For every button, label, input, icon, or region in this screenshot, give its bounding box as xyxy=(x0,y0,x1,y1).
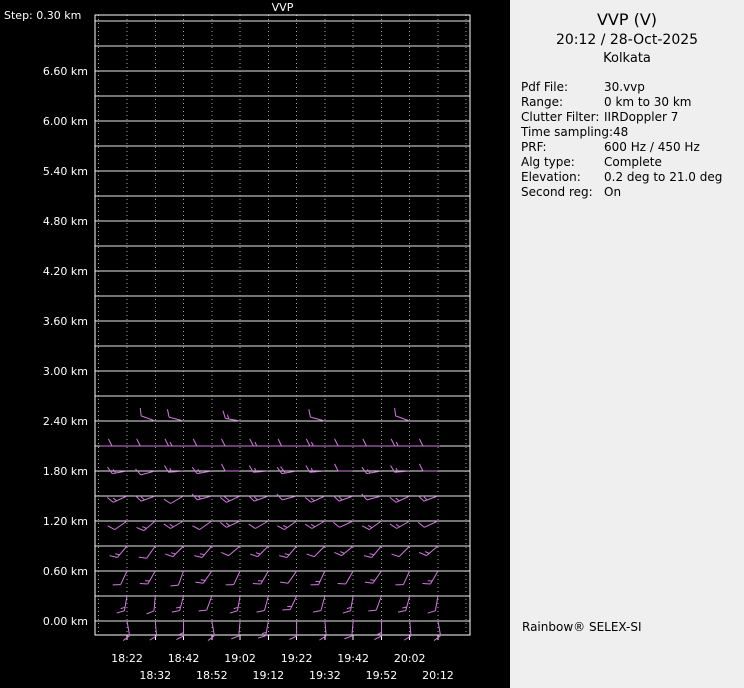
panel-field-value: IIRDoppler 7 xyxy=(604,110,679,124)
panel-field-value: Complete xyxy=(604,155,662,169)
info-panel: VVP (V) 20:12 / 28-Oct-2025 Kolkata Pdf … xyxy=(510,0,744,688)
panel-field-value: On xyxy=(604,185,622,199)
x-axis-time-label: 18:42 xyxy=(168,652,200,665)
wind-profile-chart-area: 18:22 18:32 18:42 18:52 19:02 19:12 19:22 19:32… xyxy=(0,0,510,688)
y-axis-altitude-label: 1.80 km xyxy=(43,465,88,478)
panel-field-row: Pdf File: 30.vvp xyxy=(521,80,740,95)
panel-field-key: Second reg: xyxy=(521,185,593,199)
y-axis-altitude-label: 4.20 km xyxy=(43,265,88,278)
step-label: Step: 0.30 km xyxy=(4,9,81,22)
panel-field-value: 0 km to 30 km xyxy=(604,95,692,109)
y-axis-altitude-label: 1.20 km xyxy=(43,515,88,528)
x-axis-time-label: 18:22 xyxy=(111,652,143,665)
plot-title: VVP xyxy=(272,1,294,14)
y-axis-altitude-label: 3.00 km xyxy=(43,365,88,378)
x-axis-time-label: 18:52 xyxy=(196,669,228,682)
x-axis-time-label: 19:12 xyxy=(252,669,284,682)
x-axis-time-label: 19:42 xyxy=(337,652,369,665)
panel-field-row: Range: 0 km to 30 km xyxy=(521,95,740,110)
x-axis-time-label: 20:12 xyxy=(422,669,454,682)
panel-field-row: PRF: 600 Hz / 450 Hz xyxy=(521,140,740,155)
panel-field-key: Elevation: xyxy=(521,170,581,184)
panel-field-key: Range: xyxy=(521,95,564,109)
x-axis-time-label: 19:02 xyxy=(224,652,256,665)
panel-field-key: Time sampling: xyxy=(521,125,614,139)
site-name: Kolkata xyxy=(603,51,651,66)
panel-field-row: Elevation: 0.2 deg to 21.0 deg xyxy=(521,170,740,185)
x-axis-time-label: 19:22 xyxy=(281,652,313,665)
panel-field-row: Time sampling: 48 xyxy=(521,125,740,140)
x-axis-time-label: 19:52 xyxy=(366,669,398,682)
x-axis-time-label: 18:32 xyxy=(139,669,171,682)
panel-field-key: PRF: xyxy=(521,140,547,154)
x-axis-time-label: 20:02 xyxy=(394,652,426,665)
y-axis-altitude-label: 2.40 km xyxy=(43,415,88,428)
y-axis-altitude-label: 0.00 km xyxy=(43,615,88,628)
x-axis-time-label: 19:32 xyxy=(309,669,341,682)
product-datetime: 20:12 / 28-Oct-2025 xyxy=(555,32,699,48)
vvp-product-window: 18:22 18:32 18:42 18:52 19:02 19:12 19:22 19:32… xyxy=(0,0,744,688)
panel-field-key: Alg type: xyxy=(521,155,575,169)
y-axis-altitude-label: 6.00 km xyxy=(43,115,88,128)
panel-field-value: 0.2 deg to 21.0 deg xyxy=(604,170,723,184)
panel-field-row: Clutter Filter: IIRDoppler 7 xyxy=(521,110,740,125)
panel-field-key: Clutter Filter: xyxy=(521,110,600,124)
product-title: VVP (V) xyxy=(596,10,658,29)
y-axis-altitude-label: 6.60 km xyxy=(43,65,88,78)
panel-field-key: Pdf File: xyxy=(521,80,569,94)
y-axis-altitude-label: 4.80 km xyxy=(43,215,88,228)
y-axis-altitude-label: 5.40 km xyxy=(43,165,88,178)
wind-profile-plot: 18:22 18:32 18:42 18:52 19:02 19:12 19:22 19:32… xyxy=(4,1,471,682)
y-axis-altitude-label: 3.60 km xyxy=(43,315,88,328)
panel-field-row: Alg type: Complete xyxy=(521,155,740,170)
panel-field-row: Second reg: On xyxy=(521,185,740,200)
panel-field-value: 48 xyxy=(613,125,629,139)
y-axis-altitude-label: 0.60 km xyxy=(43,565,88,578)
panel-fields: Pdf File: 30.vvp Range: 0 km to 30 km Clutte… xyxy=(521,80,740,200)
panel-field-value: 30.vvp xyxy=(604,80,645,94)
brand-label: Rainbow® SELEX-SI xyxy=(522,620,642,634)
panel-field-value: 600 Hz / 450 Hz xyxy=(604,140,700,154)
